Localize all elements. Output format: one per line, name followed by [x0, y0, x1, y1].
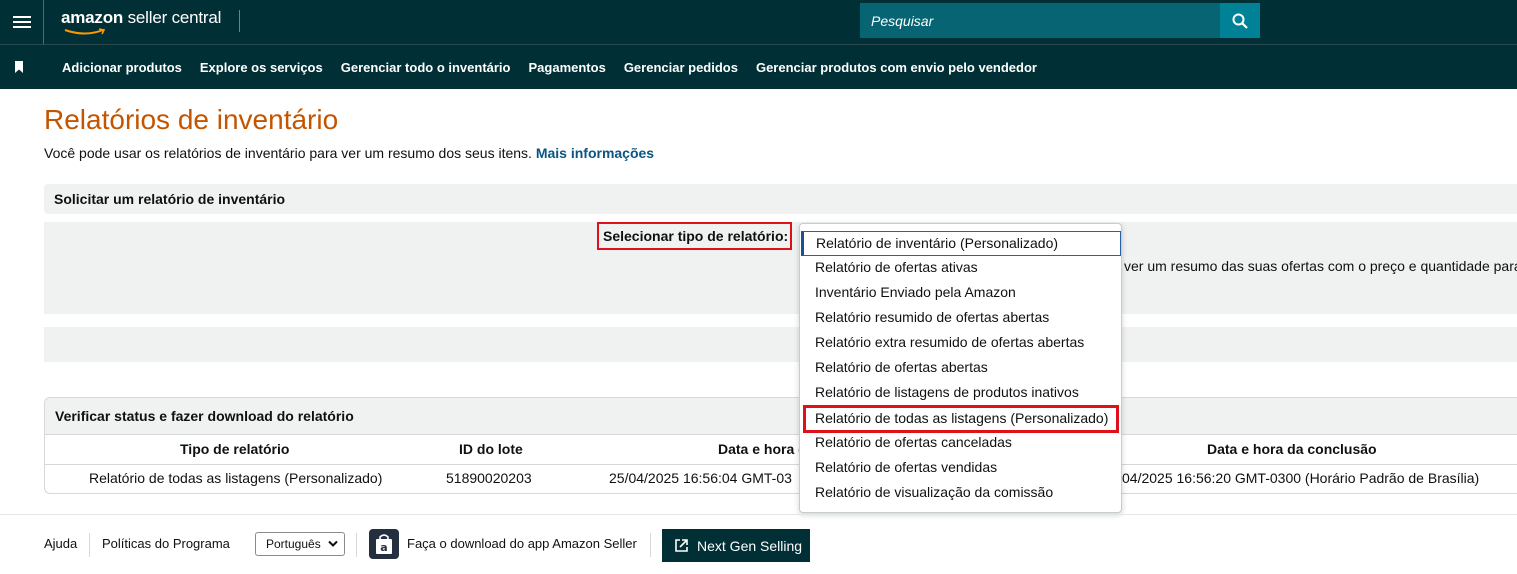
hamburger-menu-button[interactable]	[0, 0, 44, 44]
nav-add-products[interactable]: Adicionar produtos	[62, 60, 182, 75]
request-actions-bar	[44, 327, 1517, 362]
request-report-section-title: Solicitar um relatório de inventário	[44, 184, 1517, 214]
table-row-divider	[45, 464, 1517, 465]
cell-requested-date: 25/04/2025 16:56:04 GMT-03	[609, 470, 792, 486]
option-cancelled-listings[interactable]: Relatório de ofertas canceladas	[801, 431, 1121, 456]
shopping-bag-icon: a	[376, 534, 392, 554]
option-open-listings-liter[interactable]: Relatório extra resumido de ofertas aber…	[801, 331, 1121, 356]
footer-app-download-link[interactable]: Faça o download do app Amazon Seller	[407, 536, 637, 551]
option-sold-listings[interactable]: Relatório de ofertas vendidas	[801, 456, 1121, 481]
nav-manage-orders[interactable]: Gerenciar pedidos	[624, 60, 738, 75]
chevron-down-icon	[328, 540, 338, 547]
more-info-link[interactable]: Mais informações	[536, 145, 654, 161]
option-active-listings[interactable]: Relatório de ofertas ativas	[801, 256, 1121, 281]
hamburger-icon	[12, 16, 31, 28]
cell-report-type: Relatório de todas as listagens (Persona…	[89, 470, 383, 486]
col-header-completed-date: Data e hora da conclusão	[1207, 441, 1377, 457]
nav-explore-services[interactable]: Explore os serviços	[200, 60, 323, 75]
svg-text:a: a	[380, 541, 387, 554]
search-button[interactable]	[1220, 3, 1260, 38]
seller-central-logo[interactable]: amazon seller central	[61, 8, 222, 35]
nav-items: Adicionar produtos Explore os serviços G…	[62, 45, 1055, 90]
option-open-listings-lite[interactable]: Relatório resumido de ofertas abertas	[801, 306, 1121, 331]
option-inactive-listings[interactable]: Relatório de listagens de produtos inati…	[801, 381, 1121, 406]
footer-separator	[89, 533, 90, 557]
col-header-batch-id: ID do lote	[459, 441, 523, 457]
amazon-smile-icon	[64, 28, 106, 35]
option-fba-inventory[interactable]: Inventário Enviado pela Amazon	[801, 281, 1121, 306]
cell-batch-id: 51890020203	[446, 470, 532, 486]
option-open-listings[interactable]: Relatório de ofertas abertas	[801, 356, 1121, 381]
top-bar: amazon seller central	[0, 0, 1517, 44]
footer-separator	[356, 533, 357, 557]
intro-text: Você pode usar os relatórios de inventár…	[44, 145, 654, 161]
nav-bar: Adicionar produtos Explore os serviços G…	[0, 44, 1517, 89]
report-description: ver um resumo das suas ofertas com o pre…	[1124, 258, 1517, 274]
option-all-listings-custom[interactable]: Relatório de todas as listagens (Persona…	[803, 405, 1119, 433]
nav-payments[interactable]: Pagamentos	[529, 60, 606, 75]
option-fee-preview[interactable]: Relatório de visualização da comissão	[801, 481, 1121, 506]
language-select[interactable]: Português	[255, 532, 345, 556]
logo-seller-central: seller central	[123, 8, 222, 27]
external-link-icon	[675, 539, 688, 552]
report-status-title: Verificar status e fazer download do rel…	[45, 398, 1517, 435]
report-status-section: Verificar status e fazer download do rel…	[44, 397, 1517, 494]
cell-completed-date: 04/2025 16:56:20 GMT-0300 (Horário Padrã…	[1122, 470, 1480, 486]
footer-separator	[650, 533, 651, 557]
logo-amazon: amazon	[61, 8, 124, 27]
nav-manage-seller-fulfilled[interactable]: Gerenciar produtos com envio pelo vended…	[756, 60, 1037, 75]
next-gen-selling-label: Next Gen Selling	[697, 537, 803, 554]
logo-divider	[239, 10, 240, 32]
col-header-requested-date: Data e hora d	[718, 441, 807, 457]
search-input[interactable]	[860, 3, 1220, 38]
search-icon	[1232, 13, 1248, 29]
nav-manage-inventory[interactable]: Gerenciar todo o inventário	[341, 60, 511, 75]
footer-policies-link[interactable]: Políticas do Programa	[102, 536, 230, 551]
bookmark-icon[interactable]	[14, 61, 24, 73]
footer-divider	[0, 514, 1517, 515]
report-type-dropdown[interactable]: Relatório de inventário (Personalizado) …	[799, 223, 1122, 513]
page-title: Relatórios de inventário	[44, 104, 339, 135]
select-report-type-label: Selecionar tipo de relatório:	[597, 222, 792, 250]
footer-help-link[interactable]: Ajuda	[44, 536, 77, 551]
next-gen-selling-button[interactable]: Next Gen Selling	[662, 529, 810, 562]
option-inventory-custom[interactable]: Relatório de inventário (Personalizado)	[801, 231, 1121, 256]
amazon-seller-app-icon[interactable]: a	[369, 529, 399, 559]
language-selected-value: Português	[266, 537, 321, 551]
col-header-report-type: Tipo de relatório	[180, 441, 290, 457]
intro-body: Você pode usar os relatórios de inventár…	[44, 145, 536, 161]
